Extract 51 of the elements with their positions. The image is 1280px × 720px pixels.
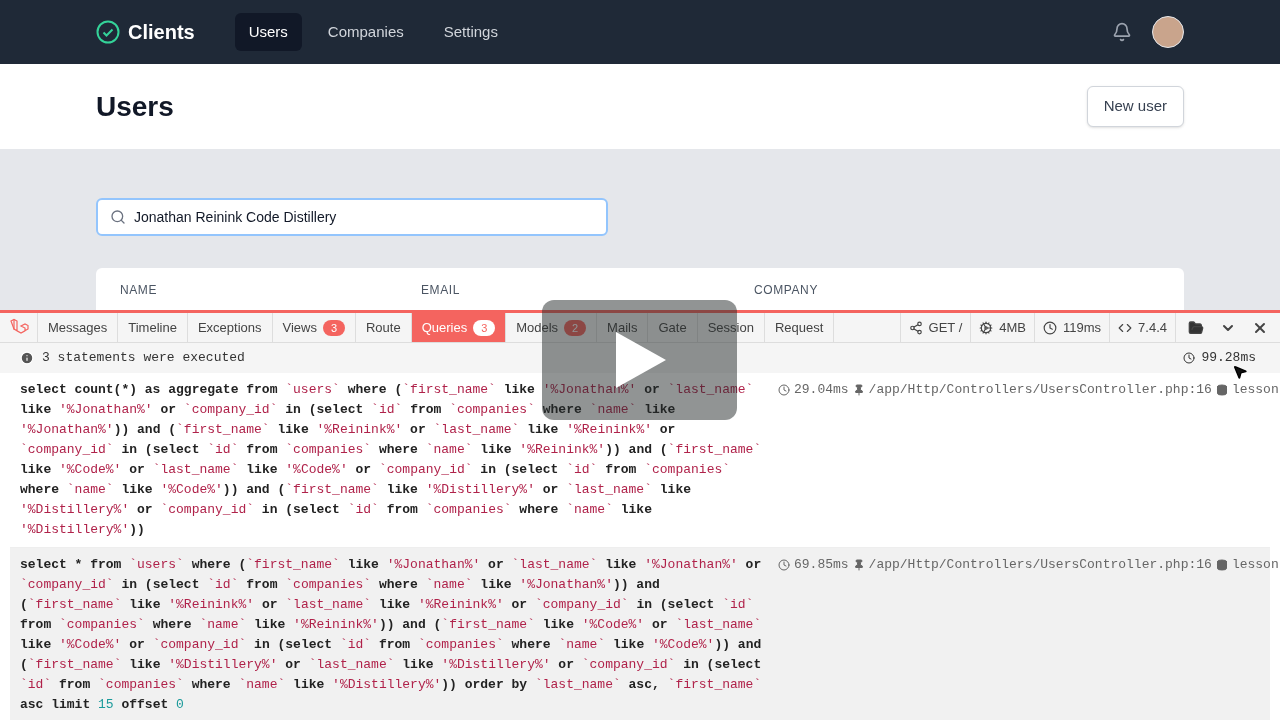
debug-tab[interactable]: Request bbox=[764, 313, 835, 342]
pin-icon bbox=[852, 384, 865, 396]
nav-link[interactable]: Companies bbox=[313, 12, 418, 52]
clock-icon bbox=[1183, 352, 1196, 364]
database-icon bbox=[1215, 559, 1228, 571]
query-source: /app/Http/Controllers/UsersController.php:16 bbox=[868, 556, 1212, 575]
nav-link[interactable]: Settings bbox=[429, 12, 512, 52]
search-value: Jonathan Reinink Code Distillery bbox=[134, 207, 337, 227]
debug-tab[interactable]: Views 3 bbox=[272, 313, 356, 342]
nav-link[interactable]: Users bbox=[234, 12, 302, 52]
connection-name: lesson bbox=[1231, 556, 1279, 575]
cogs-icon bbox=[979, 320, 994, 335]
avatar[interactable] bbox=[1152, 16, 1184, 48]
query-time: 69.85ms bbox=[794, 556, 849, 575]
stat-item: GET / bbox=[899, 313, 971, 342]
column-header: COMPANY bbox=[754, 282, 818, 299]
search-field[interactable]: Jonathan Reinink Code Distillery bbox=[96, 198, 608, 236]
clock-icon bbox=[778, 559, 790, 571]
stat-item: 4MB bbox=[970, 313, 1034, 342]
debug-tab[interactable]: Route bbox=[355, 313, 412, 342]
count-badge: 2 bbox=[564, 319, 587, 336]
total-time: 99.28ms bbox=[1201, 349, 1256, 368]
debug-tab[interactable]: Gate bbox=[648, 313, 698, 342]
debug-tab[interactable]: Messages bbox=[38, 313, 119, 342]
sql-query: select * from `users` where (`first_name` like '%Jonathan%' or `last_name` like '%Jonathan%' or `company_id` in (select `id` from `companies` where `name` like '%Jonathan%')) and (`first_name` like '%Reinink%' or `last_name` like '%Reinink%' or `company_id` in (select `id` from `companies` where `name` like '%Reinink%')) and (`first_name` like '%Code%' or `last_name` like '%Code%' or `company_id` in (select `id` from `companies` where `name` like '%Code%')) and (`first_name` like '%Distillery%' or `last_name` like '%Distillery%' or `company_id` in (select `id` from `companies` where `name` like '%Distillery%')) order by `last_name` asc, `first_name` asc limit 15 offset 0 bbox=[20, 556, 762, 714]
check-circle-icon bbox=[96, 20, 120, 44]
mouse-cursor-icon bbox=[1232, 364, 1248, 380]
stat-item: 7.4.4 bbox=[1109, 313, 1175, 342]
info-icon bbox=[20, 351, 34, 365]
column-header: NAME bbox=[120, 282, 159, 299]
folder-icon[interactable] bbox=[1188, 319, 1204, 336]
debug-tab[interactable]: Timeline bbox=[118, 313, 188, 342]
page-title: Users bbox=[96, 89, 174, 124]
count-badge: 3 bbox=[322, 319, 345, 336]
query-time: 29.04ms bbox=[794, 381, 849, 400]
new-user-button[interactable]: New user bbox=[1086, 86, 1184, 127]
debug-tab[interactable]: Exceptions bbox=[187, 313, 273, 342]
connection-name: lesson bbox=[1231, 381, 1279, 400]
stat-item: 119ms bbox=[1034, 313, 1110, 342]
bell-icon[interactable] bbox=[1112, 22, 1132, 42]
count-badge: 3 bbox=[473, 319, 496, 336]
pin-icon bbox=[852, 559, 865, 571]
summary-text: 3 statements were executed bbox=[42, 349, 245, 368]
column-header: EMAIL bbox=[421, 282, 461, 299]
database-icon bbox=[1215, 384, 1228, 396]
clock-icon bbox=[1043, 320, 1057, 335]
search-icon bbox=[110, 209, 126, 225]
share-icon bbox=[908, 320, 923, 335]
clock-icon bbox=[778, 384, 790, 396]
brand-name: Clients bbox=[128, 20, 195, 45]
query-source: /app/Http/Controllers/UsersController.php:16 bbox=[868, 381, 1212, 400]
